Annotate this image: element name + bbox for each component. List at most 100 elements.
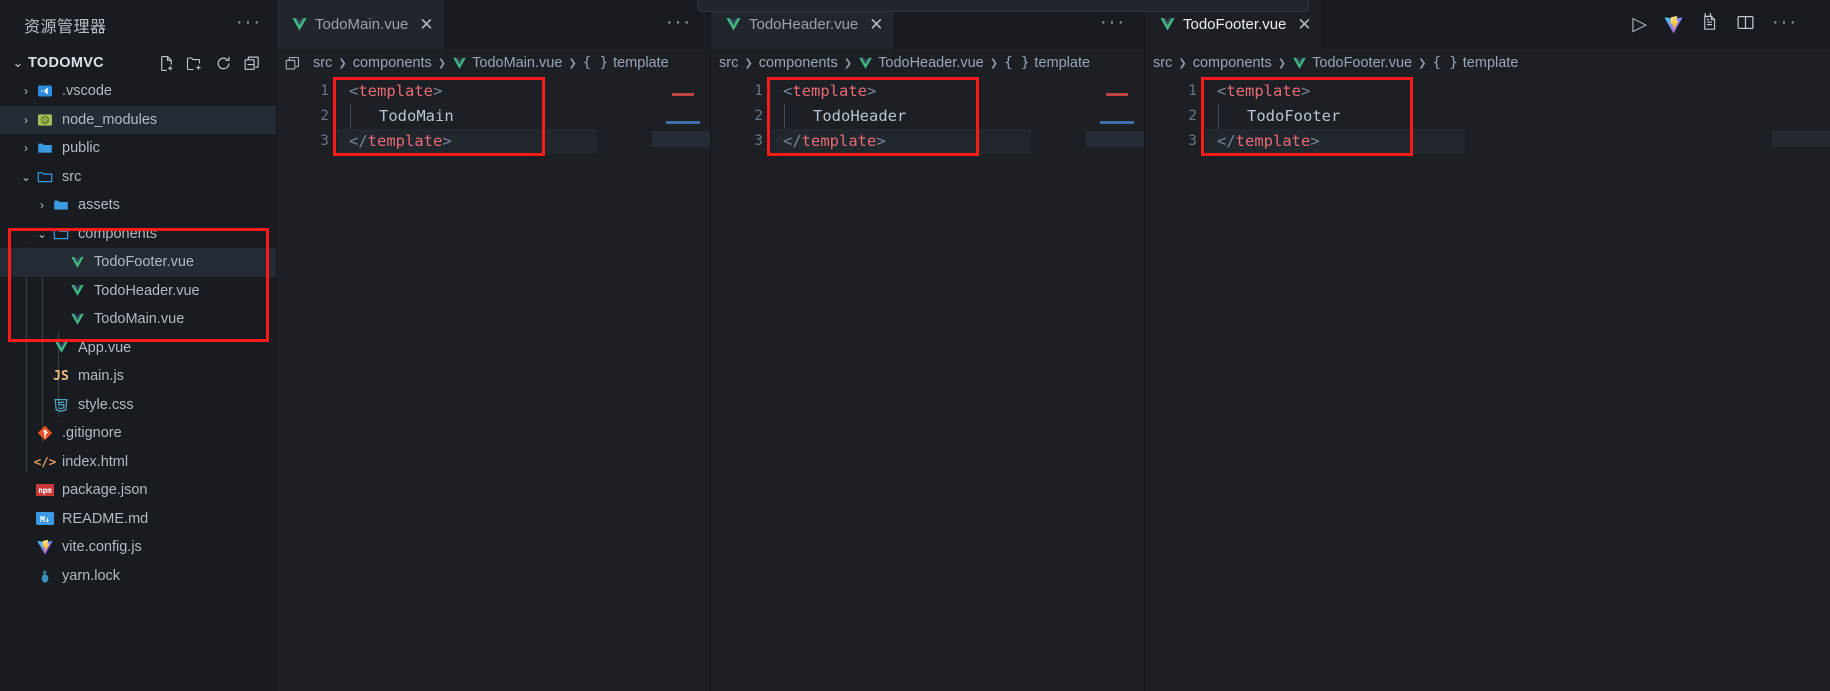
new-file-icon[interactable] [158, 55, 175, 72]
vite-logo-icon[interactable] [1664, 15, 1683, 34]
chevron-right-icon[interactable]: › [18, 113, 34, 127]
code-token-punct-close: > [433, 82, 443, 100]
md-icon: M↓ [34, 512, 56, 526]
workspace-name: TODOMVC [28, 55, 104, 71]
tree-item-yarn-lock[interactable]: yarn.lock [0, 562, 276, 591]
minimap-slider[interactable] [1086, 131, 1144, 147]
code-line[interactable]: </template> [1217, 132, 1320, 150]
command-center[interactable] [697, 0, 1309, 12]
chevron-down-icon[interactable]: ⌄ [18, 170, 34, 184]
chevron-right-icon[interactable]: › [18, 141, 34, 155]
editor-group-2: TodoHeader.vue ✕ ··· src ❯ components ❯ TodoHe… [710, 0, 1144, 691]
vscode-window: 资源管理器 ··· ⌄ TODOMVC › .vscode › JS node_… [0, 0, 1830, 691]
tree-item-todoheader-vue[interactable]: TodoHeader.vue [0, 277, 276, 306]
code-token-punct-open: </ [1217, 132, 1236, 150]
breadcrumb-label: TodoHeader.vue [878, 55, 984, 71]
tree-item-todomain-vue[interactable]: TodoMain.vue [0, 305, 276, 334]
tab-close-icon[interactable]: ✕ [865, 16, 883, 33]
code-token-text: TodoFooter [1247, 107, 1341, 125]
new-folder-icon[interactable] [186, 55, 204, 72]
indent-guide [784, 104, 785, 129]
collapse-all-icon[interactable] [243, 55, 260, 72]
breadcrumb-item[interactable]: src [719, 55, 738, 71]
tree-item-assets[interactable]: › assets [0, 191, 276, 220]
tree-item-vite-config-js[interactable]: vite.config.js [0, 533, 276, 562]
breadcrumb-item[interactable]: TodoMain.vue [452, 55, 562, 71]
breadcrumb-item[interactable]: { } template [1004, 55, 1090, 71]
tree-item-vscode[interactable]: › .vscode [0, 77, 276, 106]
tree-item-src[interactable]: ⌄ src [0, 163, 276, 192]
breadcrumb-item[interactable]: components [759, 55, 838, 71]
minimap-slider[interactable] [652, 131, 710, 147]
minimap-slider[interactable] [1772, 131, 1830, 147]
minimap-code-mark [672, 93, 694, 96]
tree-item-todofooter-vue[interactable]: TodoFooter.vue [0, 248, 276, 277]
tab-close-icon[interactable]: ✕ [1293, 16, 1311, 33]
breadcrumb-item[interactable]: src [1153, 55, 1172, 71]
breadcrumb-item[interactable]: { } template [1432, 55, 1518, 71]
tree-item-readme-md[interactable]: M↓ README.md [0, 505, 276, 534]
tree-item-gitignore[interactable]: .gitignore [0, 419, 276, 448]
breadcrumb-separator-icon: ❯ [1178, 57, 1187, 69]
chevron-down-icon[interactable]: ⌄ [34, 227, 50, 241]
vue-icon [1292, 56, 1307, 71]
split-editor-small-icon[interactable] [285, 56, 300, 71]
breadcrumb-item[interactable]: TodoHeader.vue [858, 55, 984, 71]
tree-item-style-css[interactable]: style.css [0, 391, 276, 420]
code-editor-1[interactable]: 1 <template> 2 TodoMain 3 </template> [277, 77, 710, 691]
folder-blue-icon [34, 140, 56, 156]
line-number: 2 [320, 108, 329, 124]
tab-close-icon[interactable]: ✕ [415, 16, 433, 33]
tree-item-main-js[interactable]: JS main.js [0, 362, 276, 391]
code-line[interactable]: </template> [349, 132, 452, 150]
code-line[interactable]: <template> [1217, 82, 1310, 100]
breadcrumb-item[interactable]: TodoFooter.vue [1292, 55, 1412, 71]
line-number: 2 [754, 108, 763, 124]
chevron-down-icon[interactable]: ⌄ [8, 55, 28, 71]
folder-open-icon [34, 169, 56, 185]
code-token-text: TodoMain [379, 107, 454, 125]
breadcrumb-item[interactable]: { } template [583, 55, 669, 71]
chevron-right-icon[interactable]: › [18, 84, 34, 98]
workspace-root-row[interactable]: ⌄ TODOMVC [0, 49, 276, 77]
breadcrumb-item[interactable]: src [313, 55, 332, 71]
code-line[interactable]: <template> [349, 82, 442, 100]
tree-item-components[interactable]: ⌄ components [0, 220, 276, 249]
minimap-code-mark [1106, 93, 1128, 96]
tab-todomain-vue[interactable]: TodoMain.vue ✕ [277, 0, 445, 49]
breadcrumb-separator-icon: ❯ [989, 57, 999, 69]
tree-item-node-modules[interactable]: › JS node_modules [0, 105, 276, 134]
indent-guide [350, 104, 351, 129]
refresh-icon[interactable] [215, 55, 232, 72]
code-editor-3[interactable]: 1 <template> 2 TodoFooter 3 </template> [1145, 77, 1830, 691]
code-token-punct-close: > [442, 132, 452, 150]
tab-bar-filler-3: ▷ ··· [1322, 0, 1830, 49]
code-line[interactable]: </template> [783, 132, 886, 150]
tree-item-public[interactable]: › public [0, 134, 276, 163]
breadcrumb-item[interactable]: components [1193, 55, 1272, 71]
chevron-right-icon[interactable]: › [34, 198, 50, 212]
code-token-punct-close: > [876, 132, 886, 150]
code-token-punct-open: < [783, 82, 793, 100]
editor-more-actions-icon[interactable]: ··· [666, 12, 692, 33]
run-button[interactable]: ▷ [1632, 15, 1647, 34]
tree-item-app-vue[interactable]: App.vue [0, 334, 276, 363]
code-editor-2[interactable]: 1 <template> 2 TodoHeader 3 </template> [711, 77, 1144, 691]
minimap-code-mark [1100, 121, 1134, 124]
editor-more-actions-icon[interactable]: ··· [1100, 12, 1126, 33]
code-line[interactable]: TodoMain [349, 107, 454, 125]
breadcrumb-item[interactable]: components [353, 55, 432, 71]
open-preview-icon[interactable] [1700, 10, 1719, 37]
code-line[interactable]: TodoFooter [1217, 107, 1340, 125]
tree-item-package-json[interactable]: npm package.json [0, 476, 276, 505]
code-line[interactable]: <template> [783, 82, 876, 100]
code-token-punct-close: > [1301, 82, 1311, 100]
split-editor-icon[interactable] [1736, 13, 1755, 37]
breadcrumb-separator-icon: ❯ [843, 57, 853, 69]
code-line[interactable]: TodoHeader [783, 107, 906, 125]
tree-item-index-html[interactable]: </> index.html [0, 448, 276, 477]
explorer-more-icon[interactable]: ··· [236, 12, 262, 33]
more-actions-icon[interactable]: ··· [1772, 12, 1798, 33]
code-token-tag: template [358, 82, 433, 100]
breadcrumb-2: src ❯ components ❯ TodoHeader.vue ❯ { } templa… [711, 49, 1144, 77]
